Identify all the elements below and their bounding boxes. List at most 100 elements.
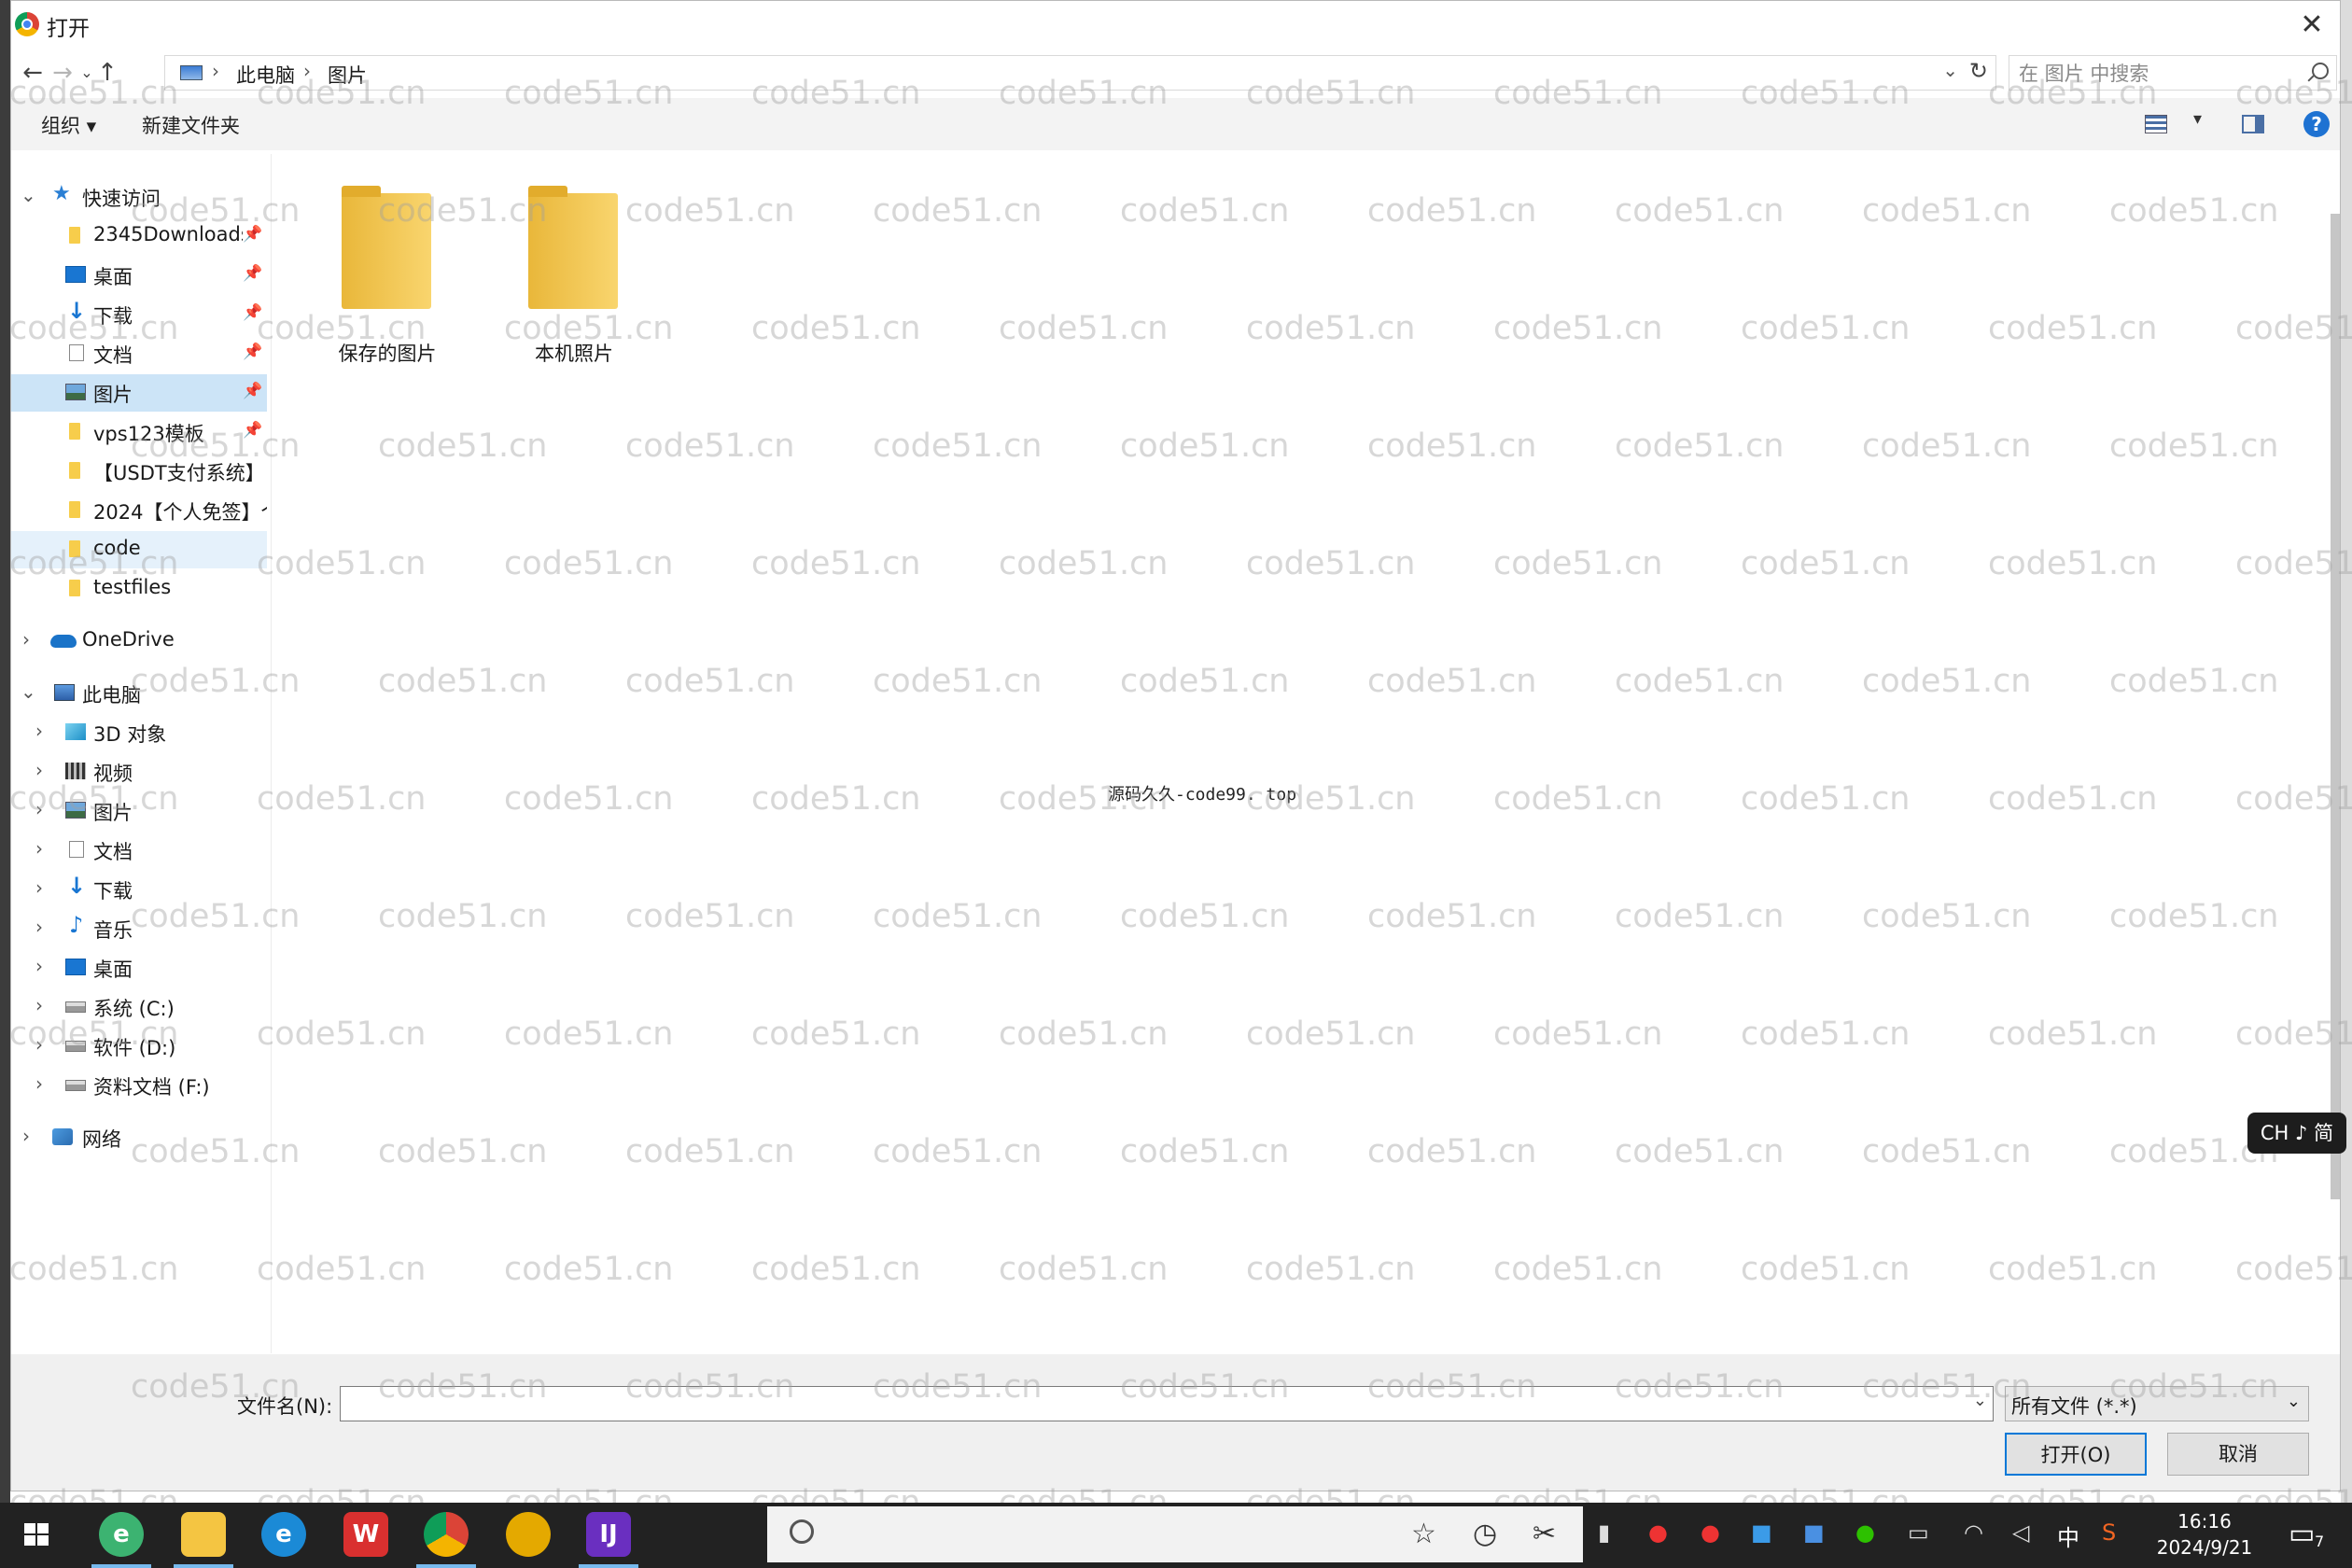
help-icon[interactable]: ?	[2303, 111, 2330, 137]
star-icon: ★	[52, 182, 71, 205]
chevron-right-icon[interactable]: ›	[35, 759, 43, 781]
nav-item-3d-objects[interactable]: › 3D 对象	[11, 714, 267, 751]
wps-icon[interactable]: W	[343, 1512, 388, 1557]
folder-saved-pictures[interactable]: 保存的图片	[327, 171, 448, 365]
chevron-down-icon[interactable]: ⌄	[1973, 1391, 1987, 1410]
taskbar-search[interactable]: ☆ ◷ ✂	[767, 1506, 1583, 1562]
star-icon[interactable]: ☆	[1411, 1518, 1436, 1550]
address-history-chevron-icon[interactable]: ⌄	[1942, 59, 1958, 81]
edge-icon[interactable]: e	[261, 1512, 306, 1557]
up-arrow-icon[interactable]: ↑	[93, 57, 121, 89]
close-button[interactable]: ✕	[2291, 5, 2332, 46]
new-folder-button[interactable]: 新建文件夹	[142, 111, 240, 139]
ime-mode[interactable]: 中	[2057, 1519, 2079, 1552]
running-indicator	[579, 1564, 638, 1568]
breadcrumb-separator-icon[interactable]: ›	[212, 60, 219, 82]
view-dropdown-icon[interactable]: ▾	[2193, 109, 2202, 129]
chrome-icon[interactable]	[424, 1512, 469, 1557]
drive-icon	[65, 1080, 86, 1091]
nav-item-music[interactable]: › ♪ 音乐	[11, 910, 267, 947]
nav-item-videos[interactable]: › 视频	[11, 753, 267, 791]
nav-network[interactable]: › 网络	[11, 1119, 267, 1156]
filename-combobox[interactable]: ⌄	[340, 1386, 1994, 1421]
feishu-icon[interactable]: ■	[1803, 1519, 1825, 1546]
chevron-down-icon[interactable]: ⌄	[21, 680, 36, 703]
view-options-icon[interactable]	[2145, 115, 2167, 133]
scrollbar[interactable]	[2331, 214, 2340, 1199]
nav-item-testfiles[interactable]: testfiles	[11, 570, 267, 608]
filetype-select[interactable]: 所有文件 (*.*) ⌄	[2005, 1386, 2309, 1421]
chevron-right-icon[interactable]: ›	[22, 1125, 30, 1147]
phone-icon[interactable]: ▮	[1598, 1519, 1610, 1546]
organize-button[interactable]: 组织 ▾	[41, 111, 96, 139]
filename-input[interactable]	[341, 1387, 1965, 1421]
breadcrumb-separator-icon[interactable]: ›	[303, 60, 311, 82]
refresh-icon[interactable]: ↻	[1969, 58, 1988, 84]
sogou-icon[interactable]: S	[2102, 1519, 2116, 1546]
preview-pane-icon[interactable]	[2242, 115, 2264, 133]
nav-this-pc[interactable]: ⌄ 此电脑	[11, 675, 267, 712]
chevron-right-icon[interactable]: ›	[22, 628, 30, 651]
nav-item-usdt[interactable]: 【USDT支付系统】	[11, 453, 267, 490]
chevron-right-icon[interactable]: ›	[35, 955, 43, 977]
nav-item-downloads[interactable]: ↓ 下载 📌	[11, 296, 267, 333]
nav-quick-access[interactable]: ⌄ ★ 快速访问	[11, 178, 267, 216]
clock[interactable]: 16:16 2024/9/21	[2139, 1508, 2270, 1561]
nav-item-vps123[interactable]: vps123模板 📌	[11, 413, 267, 451]
nav-item-pc-desktop[interactable]: › 桌面	[11, 949, 267, 987]
nav-item-pc-downloads[interactable]: › ↓ 下载	[11, 871, 267, 908]
nav-item-2345downloads[interactable]: 2345Downloads 📌	[11, 217, 267, 255]
chevron-right-icon[interactable]: ›	[35, 994, 43, 1016]
back-arrow-icon[interactable]: ←	[19, 57, 47, 89]
open-button[interactable]: 打开(O)	[2005, 1433, 2147, 1476]
chevron-right-icon[interactable]: ›	[35, 1033, 43, 1056]
wifi-icon[interactable]: ◠	[1964, 1519, 1983, 1546]
file-explorer-icon[interactable]	[181, 1512, 226, 1557]
folder-camera-roll[interactable]: 本机照片	[513, 171, 635, 365]
chevron-right-icon[interactable]: ›	[35, 798, 43, 820]
chevron-right-icon[interactable]: ›	[35, 916, 43, 938]
breadcrumb-this-pc[interactable]: 此电脑	[236, 61, 295, 89]
paw-app-icon[interactable]	[506, 1512, 551, 1557]
chevron-right-icon[interactable]: ›	[35, 876, 43, 899]
desktop-icon	[65, 266, 86, 283]
nav-item-2024[interactable]: 2024【个人免签】个	[11, 492, 267, 529]
address-bar[interactable]: › 此电脑 › 图片 ⌄ ↻	[164, 55, 1996, 91]
breadcrumb-pictures[interactable]: 图片	[328, 61, 367, 89]
tools-icon[interactable]: ✂	[1533, 1518, 1556, 1550]
search-box[interactable]	[2009, 55, 2337, 91]
nav-label: 文档	[93, 841, 133, 863]
nav-item-desktop[interactable]: 桌面 📌	[11, 257, 267, 294]
nav-item-drive-d[interactable]: › 软件 (D:)	[11, 1028, 267, 1065]
nav-label: 3D 对象	[93, 723, 167, 746]
qq-icon[interactable]: ●	[1648, 1519, 1668, 1546]
search-input[interactable]	[2009, 56, 2301, 91]
chevron-right-icon[interactable]: ›	[35, 837, 43, 860]
nav-item-drive-c[interactable]: › 系统 (C:)	[11, 988, 267, 1026]
browser-2345-icon[interactable]: e	[99, 1512, 144, 1557]
nav-item-drive-f[interactable]: › 资料文档 (F:)	[11, 1067, 267, 1104]
nav-item-code[interactable]: code	[11, 531, 267, 568]
filename-label: 文件名(N):	[237, 1395, 333, 1418]
intellij-icon[interactable]: IJ	[586, 1512, 631, 1557]
qq-icon[interactable]: ●	[1701, 1519, 1720, 1546]
chevron-down-icon[interactable]: ⌄	[21, 184, 36, 206]
cancel-button[interactable]: 取消	[2167, 1433, 2309, 1476]
nav-item-pictures[interactable]: 图片 📌	[11, 374, 267, 412]
app-tray-icon[interactable]: ■	[1751, 1519, 1772, 1546]
search-icon[interactable]	[2312, 63, 2329, 79]
nav-onedrive[interactable]: › OneDrive	[11, 623, 267, 660]
windows-start-icon[interactable]	[15, 1512, 60, 1557]
chevron-right-icon[interactable]: ›	[35, 1072, 43, 1095]
nav-item-pc-pictures[interactable]: › 图片	[11, 792, 267, 830]
notification-icon[interactable]: ▭	[2289, 1518, 2315, 1550]
nav-item-documents[interactable]: 文档 📌	[11, 335, 267, 372]
history-icon[interactable]: ◷	[1473, 1518, 1497, 1550]
nav-item-pc-documents[interactable]: › 文档	[11, 832, 267, 869]
battery-icon[interactable]: ▭	[1908, 1519, 1929, 1546]
chevron-down-icon[interactable]: ⌄	[2287, 1392, 2301, 1411]
volume-icon[interactable]: ◁	[2012, 1519, 2029, 1546]
wechat-icon[interactable]: ●	[1855, 1519, 1875, 1546]
ime-indicator[interactable]: CH ♪ 简	[2247, 1113, 2346, 1154]
chevron-right-icon[interactable]: ›	[35, 720, 43, 742]
